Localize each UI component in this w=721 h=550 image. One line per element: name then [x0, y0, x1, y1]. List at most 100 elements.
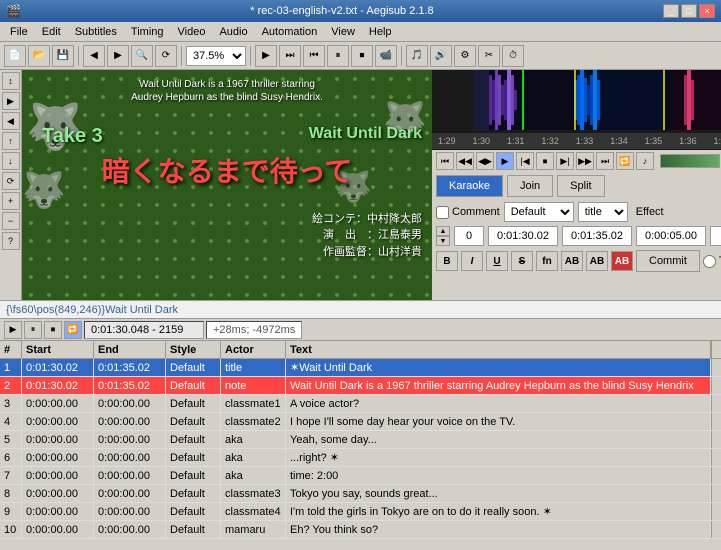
vc-play[interactable]: ▶ [4, 321, 22, 339]
find-button[interactable]: 🔍 [131, 45, 153, 67]
cell-num: 7 [0, 467, 22, 484]
italic-button[interactable]: I [461, 251, 483, 271]
margin-input[interactable] [710, 226, 721, 246]
style-select[interactable]: Default [504, 202, 574, 222]
redo-button[interactable]: ▶ [107, 45, 129, 67]
audio-play-prev[interactable]: ◀▶ [476, 152, 494, 170]
vt-btn-9[interactable]: ? [2, 232, 20, 250]
audio-loop[interactable]: 🔁 [616, 152, 634, 170]
menu-view[interactable]: View [325, 25, 361, 39]
menu-video[interactable]: Video [172, 25, 212, 39]
tb-btn-7[interactable]: 🎵 [406, 45, 428, 67]
tb-btn-8[interactable]: 🔊 [430, 45, 452, 67]
menu-file[interactable]: File [4, 25, 34, 39]
vt-btn-8[interactable]: − [2, 212, 20, 230]
tb-btn-6[interactable]: 📹 [375, 45, 397, 67]
audio-stop[interactable]: ⏹ [536, 152, 554, 170]
table-row[interactable]: 2 0:01:30.02 0:01:35.02 Default note Wai… [0, 377, 721, 395]
table-row[interactable]: 10 0:00:00.00 0:00:00.00 Default mamaru … [0, 521, 721, 539]
replace-button[interactable]: ⟳ [155, 45, 177, 67]
tb-btn-4[interactable]: ⏸ [327, 45, 349, 67]
audio-volume[interactable] [660, 154, 720, 168]
tb-btn-11[interactable]: ⏱ [502, 45, 524, 67]
table-row[interactable]: 7 0:00:00.00 0:00:00.00 Default aka time… [0, 467, 721, 485]
table-row[interactable]: 5 0:00:00.00 0:00:00.00 Default aka Yeah… [0, 431, 721, 449]
actor-select[interactable]: title [578, 202, 628, 222]
table-row[interactable]: 4 0:00:00.00 0:00:00.00 Default classmat… [0, 413, 721, 431]
menu-timing[interactable]: Timing [125, 25, 170, 39]
vt-btn-1[interactable]: ↕ [2, 72, 20, 90]
comment-checkbox[interactable] [436, 206, 449, 219]
vt-btn-7[interactable]: + [2, 192, 20, 210]
end-time-input[interactable] [562, 226, 632, 246]
close-button[interactable]: × [699, 4, 715, 18]
tc-2: 1:30 [472, 136, 490, 146]
tb-btn-9[interactable]: ⚙ [454, 45, 476, 67]
cell-style: Default [166, 467, 221, 484]
title-bar-text: * rec-03-english-v2.txt - Aegisub 2.1.8 [250, 5, 433, 17]
table-row[interactable]: 8 0:00:00.00 0:00:00.00 Default classmat… [0, 485, 721, 503]
duration-input[interactable] [636, 226, 706, 246]
new-button[interactable]: 📄 [4, 45, 26, 67]
vc-pause[interactable]: ⏸ [24, 321, 42, 339]
waveform-area[interactable]: 1:29 1:30 1:31 1:32 1:33 1:34 1:35 1:36 … [432, 70, 721, 150]
format-row: B I U S fn AB AB AB Commit Time [432, 248, 721, 274]
tb-btn-2[interactable]: ⏭ [279, 45, 301, 67]
undo-button[interactable]: ◀ [83, 45, 105, 67]
row-scroll-filler [711, 449, 721, 466]
menu-automation[interactable]: Automation [256, 25, 324, 39]
karaoke-button[interactable]: Karaoke [436, 175, 503, 197]
zoom-select[interactable]: 37.5% [186, 46, 246, 66]
layer-down[interactable]: ▼ [436, 236, 450, 246]
layer-input[interactable] [454, 226, 484, 246]
vt-btn-4[interactable]: ↑ [2, 132, 20, 150]
audio-goto-end[interactable]: ⏭ [596, 152, 614, 170]
join-button[interactable]: Join [507, 175, 553, 197]
layer-up[interactable]: ▲ [436, 226, 450, 236]
audio-sfx[interactable]: ♪ [636, 152, 654, 170]
vt-btn-5[interactable]: ↓ [2, 152, 20, 170]
split-button[interactable]: Split [557, 175, 604, 197]
row-scroll-filler [711, 413, 721, 430]
audio-play-sel[interactable]: ▶ [496, 152, 514, 170]
cell-style: Default [166, 449, 221, 466]
audio-play-after[interactable]: ▶| [556, 152, 574, 170]
cell-end: 0:00:00.00 [94, 431, 166, 448]
audio-goto-start[interactable]: ⏮ [436, 152, 454, 170]
save-button[interactable]: 💾 [52, 45, 74, 67]
table-row[interactable]: 6 0:00:00.00 0:00:00.00 Default aka ...r… [0, 449, 721, 467]
open-button[interactable]: 📂 [28, 45, 50, 67]
menu-subtitles[interactable]: Subtitles [69, 25, 123, 39]
audio-play-before[interactable]: |◀ [516, 152, 534, 170]
menu-audio[interactable]: Audio [213, 25, 253, 39]
fn-button[interactable]: fn [536, 251, 558, 271]
table-row[interactable]: 1 0:01:30.02 0:01:35.02 Default title ✶W… [0, 359, 721, 377]
commit-button[interactable]: Commit [636, 250, 700, 272]
ab1-button[interactable]: AB [561, 251, 583, 271]
vt-btn-3[interactable]: ◀ [2, 112, 20, 130]
time-radio-input[interactable] [703, 255, 716, 268]
menu-help[interactable]: Help [363, 25, 398, 39]
underline-button[interactable]: U [486, 251, 508, 271]
ab2-button[interactable]: AB [586, 251, 608, 271]
maximize-button[interactable]: □ [681, 4, 697, 18]
menu-edit[interactable]: Edit [36, 25, 67, 39]
vc-stop[interactable]: ⏹ [44, 321, 62, 339]
tb-btn-5[interactable]: ⏹ [351, 45, 373, 67]
vt-btn-2[interactable]: ▶ [2, 92, 20, 110]
tb-btn-1[interactable]: ▶ [255, 45, 277, 67]
vt-btn-6[interactable]: ⟳ [2, 172, 20, 190]
audio-prev[interactable]: ◀◀ [456, 152, 474, 170]
start-time-input[interactable] [488, 226, 558, 246]
tb-btn-10[interactable]: ✂ [478, 45, 500, 67]
audio-next[interactable]: ▶▶ [576, 152, 594, 170]
minimize-button[interactable]: _ [663, 4, 679, 18]
strikethrough-button[interactable]: S [511, 251, 533, 271]
ab3-button[interactable]: AB [611, 251, 633, 271]
tb-btn-3[interactable]: ⏮ [303, 45, 325, 67]
vc-loop[interactable]: 🔁 [64, 321, 82, 339]
video-timecode: 0:01:30.048 - 2159 [84, 321, 204, 339]
bold-button[interactable]: B [436, 251, 458, 271]
table-row[interactable]: 9 0:00:00.00 0:00:00.00 Default classmat… [0, 503, 721, 521]
table-row[interactable]: 3 0:00:00.00 0:00:00.00 Default classmat… [0, 395, 721, 413]
